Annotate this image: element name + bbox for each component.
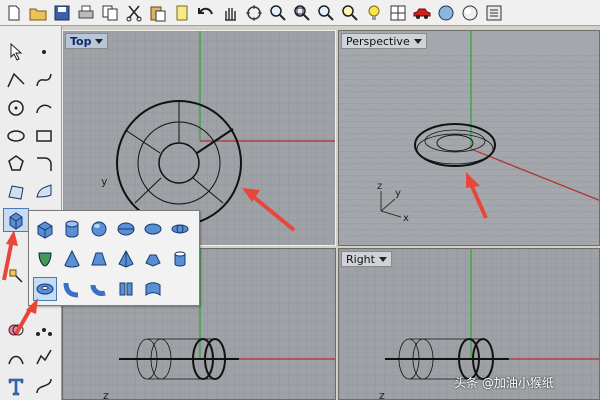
chevron-down-icon: [378, 256, 387, 262]
watermark: 头条 @加油小猴纸: [454, 376, 554, 390]
options-icon[interactable]: [482, 2, 506, 24]
undo-icon[interactable]: [194, 2, 218, 24]
tube-icon[interactable]: [168, 247, 192, 271]
select-arrow-icon[interactable]: [3, 40, 29, 64]
pyramid-icon[interactable]: [114, 247, 138, 271]
annotation-arrow: [466, 172, 488, 219]
blend-curve-icon[interactable]: [31, 374, 57, 398]
sphere-icon[interactable]: [87, 217, 111, 241]
cylinder-icon[interactable]: [60, 217, 84, 241]
cone-icon[interactable]: [60, 247, 84, 271]
chevron-down-icon: [95, 38, 104, 44]
truncated-pyramid-icon[interactable]: [141, 247, 165, 271]
car-icon[interactable]: [410, 2, 434, 24]
material-icon[interactable]: [458, 2, 482, 24]
paste-icon[interactable]: [146, 2, 170, 24]
viewport-title-text: Top: [70, 34, 92, 48]
annotation-arrow: [2, 230, 18, 281]
solid-tools-flyout: [28, 210, 200, 306]
main-toolbar: [0, 0, 600, 26]
curve-from-object-icon[interactable]: [31, 346, 57, 370]
arc-icon[interactable]: [31, 96, 57, 120]
zoom-window-icon[interactable]: [290, 2, 314, 24]
persp-axis-y-label: y: [395, 188, 401, 199]
ellipse-icon[interactable]: [3, 124, 29, 148]
truncated-cone-icon[interactable]: [87, 247, 111, 271]
print-icon[interactable]: [74, 2, 98, 24]
rotate-view-icon[interactable]: [242, 2, 266, 24]
pipe-variable-icon[interactable]: [87, 277, 111, 301]
save-icon[interactable]: [50, 2, 74, 24]
dimension-icon[interactable]: [3, 346, 29, 370]
zoom-extents-icon[interactable]: [314, 2, 338, 24]
polyline-icon[interactable]: [3, 68, 29, 92]
rhino-app-window: y Top z y x Perspective z z Right 头条 @加油…: [0, 0, 600, 400]
surface-corner-icon[interactable]: [3, 180, 29, 204]
chevron-down-icon: [413, 38, 422, 44]
viewport-title-text: Perspective: [346, 34, 410, 48]
rectangle-icon[interactable]: [31, 124, 57, 148]
ellipsoid-wire-icon[interactable]: [168, 217, 192, 241]
pipe-icon[interactable]: [60, 277, 84, 301]
zoom-icon[interactable]: [266, 2, 290, 24]
extrude-icon[interactable]: [114, 277, 138, 301]
text-icon[interactable]: [3, 374, 29, 398]
zoom-selected-icon[interactable]: [338, 2, 362, 24]
top-axis-y-label: y: [101, 175, 108, 188]
grid-layout-icon[interactable]: [386, 2, 410, 24]
polygon-icon[interactable]: [3, 152, 29, 176]
pan-hand-icon[interactable]: [218, 2, 242, 24]
viewport-title-top[interactable]: Top: [65, 33, 109, 49]
point-icon[interactable]: [31, 40, 57, 64]
viewport-title-text: Right: [346, 252, 375, 266]
persp-axis-x-label: x: [403, 213, 409, 224]
box-icon[interactable]: [33, 217, 57, 241]
fillet-curve-icon[interactable]: [31, 152, 57, 176]
clipboard-icon[interactable]: [170, 2, 194, 24]
circle-icon[interactable]: [3, 96, 29, 120]
viewport-title-right[interactable]: Right: [341, 251, 392, 267]
ellipsoid-flat-icon[interactable]: [141, 217, 165, 241]
lightbulb-icon[interactable]: [362, 2, 386, 24]
ellipsoid-icon[interactable]: [114, 217, 138, 241]
open-folder-icon[interactable]: [26, 2, 50, 24]
curve-icon[interactable]: [31, 68, 57, 92]
viewport-title-perspective[interactable]: Perspective: [341, 33, 427, 49]
front-axis-z-label: z: [103, 389, 109, 400]
annotation-arrow: [14, 298, 38, 335]
annotation-arrow: [242, 188, 296, 232]
cut-icon[interactable]: [122, 2, 146, 24]
copy-icon[interactable]: [98, 2, 122, 24]
paraboloid-icon[interactable]: [33, 247, 57, 271]
right-axis-z-label: z: [379, 389, 385, 400]
new-file-icon[interactable]: [2, 2, 26, 24]
extrude-surface-icon[interactable]: [141, 277, 165, 301]
render-sphere-icon[interactable]: [434, 2, 458, 24]
surface-sweep-icon[interactable]: [31, 180, 57, 204]
persp-axis-z-label: z: [377, 181, 382, 192]
